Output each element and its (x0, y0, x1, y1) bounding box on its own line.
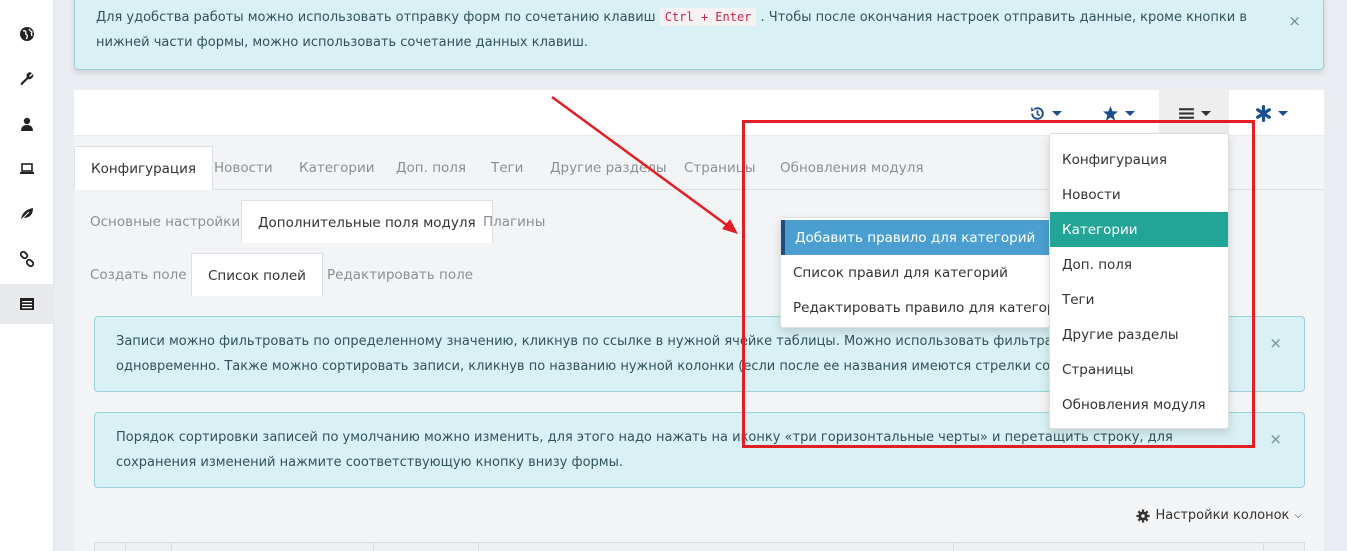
list-icon (20, 298, 34, 310)
chevron-down-icon (1277, 110, 1288, 116)
tab-tags[interactable]: Теги (475, 146, 539, 190)
table-header-cell (1263, 543, 1264, 551)
history-button[interactable] (1024, 90, 1066, 136)
table-header-cell (373, 543, 374, 551)
wrench-icon (20, 72, 34, 85)
tab-module-updates[interactable]: Обновления модуля (764, 146, 939, 190)
chevron-down-icon: ⌵ (1294, 510, 1302, 521)
tab-news[interactable]: Новости (198, 146, 289, 190)
chevron-down-icon (1051, 110, 1062, 116)
alert-text-before: Для удобства работы можно использовать о… (96, 10, 656, 25)
sidebar-item-wrench[interactable] (0, 59, 54, 99)
category-rules-submenu: Добавить правило для категорий Список пр… (780, 217, 1073, 328)
keyboard-shortcut-alert: Для удобства работы можно использовать о… (74, 0, 1324, 70)
menu-item-tags[interactable]: Теги (1050, 282, 1228, 317)
toolbar (74, 90, 1324, 136)
tab-edit-field[interactable]: Редактировать поле (311, 253, 489, 297)
menu-item-category-rules-list[interactable]: Список правил для категорий (781, 255, 1049, 290)
close-icon[interactable]: × (1269, 331, 1282, 356)
main-menu-dropdown: Конфигурация Новости Категории Доп. поля… (1049, 133, 1229, 429)
tab-module-extra-fields[interactable]: Дополнительные поля модуля (241, 200, 493, 245)
tab-extra-fields[interactable]: Доп. поля (380, 146, 482, 190)
close-icon[interactable]: × (1269, 427, 1282, 452)
tab-categories[interactable]: Категории (283, 146, 391, 190)
menu-item-other-sections[interactable]: Другие разделы (1050, 317, 1228, 352)
table-header-cell (953, 543, 954, 551)
table-header-cell (125, 543, 126, 551)
star-icon (1102, 105, 1118, 121)
sidebar-item-laptop[interactable] (0, 149, 54, 189)
sidebar-item-link[interactable] (0, 239, 54, 279)
sidebar-item-leaf[interactable] (0, 194, 54, 234)
menu-item-add-category-rule[interactable]: Добавить правило для категорий (781, 220, 1049, 255)
column-settings-button[interactable]: Настройки колонок ⌵ (1136, 508, 1302, 523)
menu-item-news[interactable]: Новости (1050, 177, 1228, 212)
tab-field-list[interactable]: Список полей (191, 253, 323, 298)
user-icon (21, 117, 33, 131)
menu-item-extra-fields[interactable]: Доп. поля (1050, 247, 1228, 282)
laptop-icon (20, 163, 34, 174)
menu-item-edit-category-rule[interactable]: Редактировать правило для категорий (781, 290, 1073, 325)
filter-info-text: Записи можно фильтровать по определенном… (116, 334, 1142, 374)
shortcut-code: Ctrl + Enter (659, 8, 757, 26)
menu-item-module-updates[interactable]: Обновления модуля (1050, 387, 1228, 422)
table-header-cell (478, 543, 479, 551)
sidebar-item-globe[interactable] (0, 14, 54, 54)
sort-info-text: Порядок сортировки записей по умолчанию … (116, 430, 1173, 470)
tab-configuration[interactable]: Конфигурация (74, 146, 213, 191)
menu-item-pages[interactable]: Страницы (1050, 352, 1228, 387)
close-icon[interactable]: × (1288, 9, 1301, 34)
history-icon (1030, 106, 1044, 120)
menu-item-configuration[interactable]: Конфигурация (1050, 142, 1228, 177)
tab-main-settings[interactable]: Основные настройки (74, 200, 256, 244)
asterisk-icon (1255, 104, 1271, 122)
sidebar (0, 0, 54, 551)
column-settings-label: Настройки колонок (1155, 508, 1290, 523)
menu-item-categories[interactable]: Категории (1050, 212, 1228, 247)
chevron-down-icon (1200, 110, 1211, 116)
globe-icon (20, 27, 34, 41)
favorites-button[interactable] (1097, 90, 1139, 136)
menu-button[interactable] (1159, 90, 1229, 136)
tab-pages[interactable]: Страницы (668, 146, 772, 190)
tab-plugins[interactable]: Плагины (467, 200, 561, 244)
chevron-down-icon (1124, 110, 1135, 116)
table-header (94, 542, 1305, 551)
settings-button[interactable] (1250, 90, 1292, 136)
leaf-icon (20, 208, 33, 221)
tab-create-field[interactable]: Создать поле (74, 253, 203, 297)
menu-icon (1178, 107, 1194, 119)
sidebar-item-user[interactable] (0, 104, 54, 144)
tab-other-sections[interactable]: Другие разделы (534, 146, 683, 190)
table-header-cell (171, 543, 172, 551)
link-icon (19, 251, 35, 267)
gear-icon (1136, 508, 1151, 523)
sidebar-item-list[interactable] (0, 284, 54, 324)
